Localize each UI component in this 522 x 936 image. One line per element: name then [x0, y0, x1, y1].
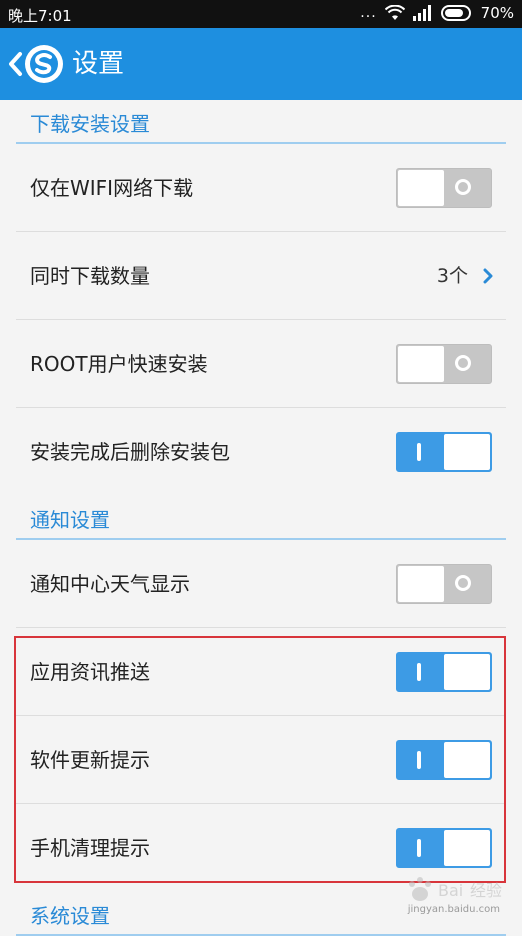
app-logo-icon[interactable] — [24, 44, 64, 84]
section-title: 通知设置 — [30, 508, 110, 532]
setting-label: 应用资讯推送 — [30, 660, 150, 684]
setting-row-root-install[interactable]: ROOT用户快速安装 — [0, 320, 522, 408]
toggle-knob — [398, 170, 444, 206]
root-install-toggle[interactable] — [396, 344, 492, 384]
toggle-off-mark-icon — [455, 575, 471, 591]
app-news-toggle[interactable] — [396, 652, 492, 692]
status-time: 晚上7:01 — [8, 7, 72, 25]
setting-row-wifi-only[interactable]: 仅在WIFI网络下载 — [0, 144, 522, 232]
wifi-only-toggle[interactable] — [396, 168, 492, 208]
status-icons: ... 70% — [360, 4, 514, 22]
setting-row-delete-package[interactable]: 安装完成后删除安装包 — [0, 408, 522, 496]
section-header-notification: 通知设置 — [0, 496, 522, 540]
toggle-on-mark-icon — [417, 443, 421, 461]
delete-package-toggle[interactable] — [396, 432, 492, 472]
toggle-knob — [444, 654, 490, 690]
battery-icon — [440, 5, 473, 21]
watermark-url: jingyan.baidu.com — [407, 904, 500, 915]
setting-label: ROOT用户快速安装 — [30, 352, 208, 376]
section-header-download: 下载安装设置 — [0, 100, 522, 144]
setting-row-concurrent-downloads[interactable]: 同时下载数量 3个 — [0, 232, 522, 320]
setting-label: 仅在WIFI网络下载 — [30, 176, 194, 200]
signal-icon — [412, 5, 433, 21]
setting-row-update-notice[interactable]: 软件更新提示 — [0, 716, 522, 804]
page-title: 设置 — [72, 49, 125, 79]
app-bar: 设置 — [0, 28, 522, 100]
update-notice-toggle[interactable] — [396, 740, 492, 780]
toggle-on-mark-icon — [417, 663, 421, 681]
section-title: 下载安装设置 — [30, 112, 150, 136]
setting-label: 手机清理提示 — [30, 836, 150, 860]
chevron-right-icon — [482, 268, 494, 284]
toggle-knob — [398, 346, 444, 382]
weather-toggle[interactable] — [396, 564, 492, 604]
back-arrow-icon[interactable] — [6, 50, 24, 78]
cleanup-notice-toggle[interactable] — [396, 828, 492, 868]
setting-label: 软件更新提示 — [30, 748, 150, 772]
setting-label: 同时下载数量 — [30, 264, 150, 288]
svg-text:经验: 经验 — [470, 881, 502, 900]
concurrent-downloads-value: 3个 — [436, 265, 468, 287]
toggle-on-mark-icon — [417, 751, 421, 769]
setting-label: 通知中心天气显示 — [30, 572, 190, 596]
status-bar: 晚上7:01 ... 70% — [0, 0, 522, 28]
toggle-knob — [444, 742, 490, 778]
setting-row-app-news[interactable]: 应用资讯推送 — [0, 628, 522, 716]
setting-row-weather[interactable]: 通知中心天气显示 — [0, 540, 522, 628]
wifi-icon — [384, 5, 405, 21]
setting-label: 安装完成后删除安装包 — [30, 440, 230, 464]
toggle-knob — [398, 566, 444, 602]
toggle-knob — [444, 830, 490, 866]
toggle-off-mark-icon — [455, 179, 471, 195]
settings-list: 下载安装设置 仅在WIFI网络下载 同时下载数量 3个 ROOT用户快速安装 安… — [0, 100, 522, 936]
more-dots: ... — [360, 5, 377, 21]
svg-text:Bai: Bai — [438, 881, 463, 900]
toggle-knob — [444, 434, 490, 470]
toggle-off-mark-icon — [455, 355, 471, 371]
toggle-on-mark-icon — [417, 839, 421, 857]
section-title: 系统设置 — [30, 904, 110, 928]
battery-percent: 70% — [480, 4, 514, 22]
